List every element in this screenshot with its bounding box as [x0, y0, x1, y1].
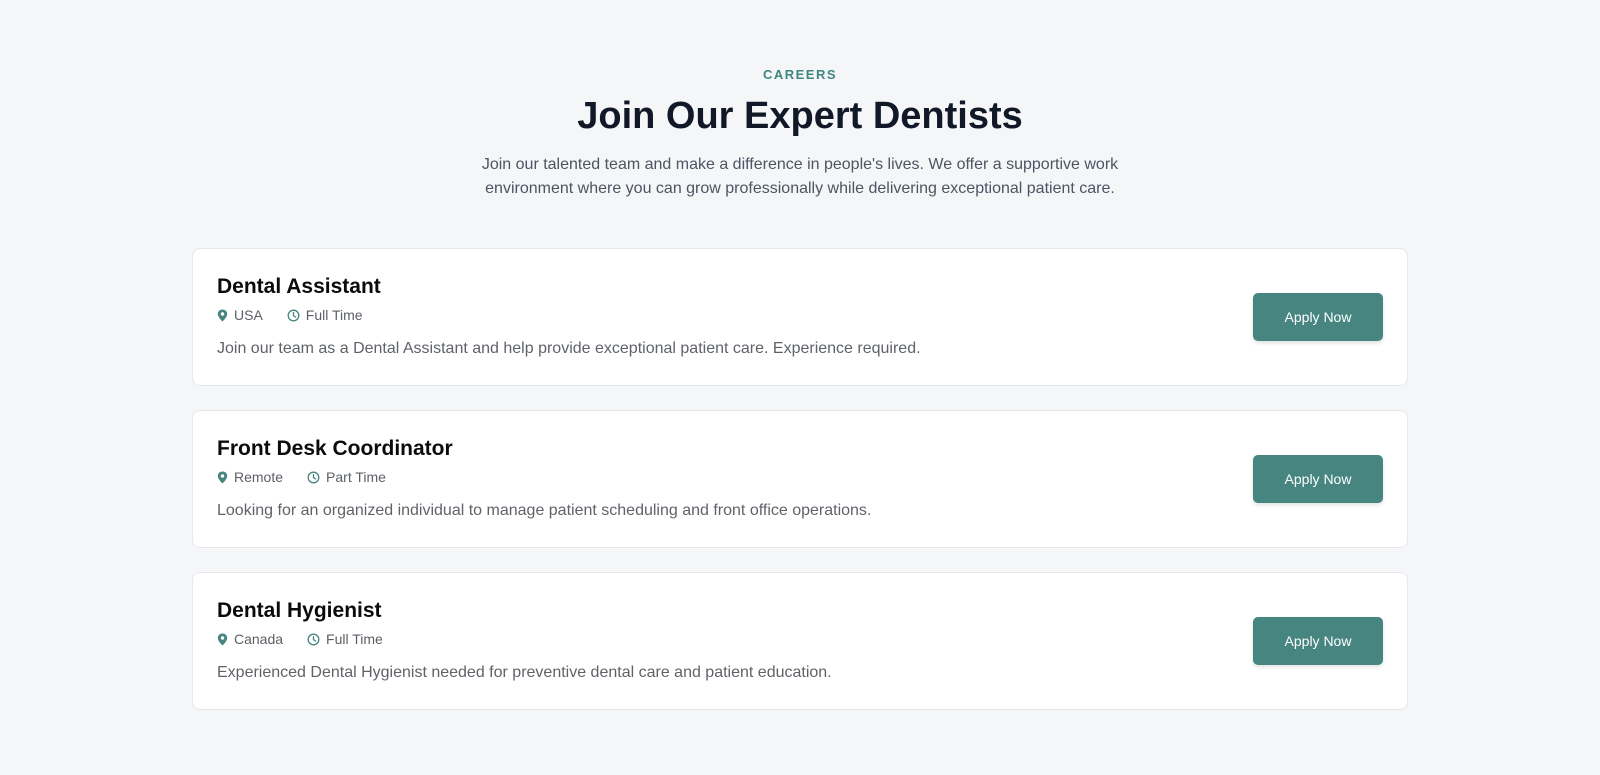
job-location-label: Remote — [234, 469, 284, 485]
job-card-dental-hygienist: Dental Hygienist Canada Full Time Experi… — [192, 572, 1408, 710]
section-title: Join Our Expert Dentists — [577, 95, 1023, 137]
apply-now-button[interactable]: Apply Now — [1253, 455, 1383, 503]
clock-icon — [307, 471, 320, 483]
section-subtitle: Join our talented team and make a differ… — [481, 156, 1119, 197]
map-pin-icon — [217, 309, 228, 321]
clock-icon — [287, 309, 300, 321]
job-title: Dental Hygienist — [217, 599, 382, 622]
job-location: Remote — [217, 469, 283, 485]
job-title: Front Desk Coordinator — [217, 437, 453, 460]
job-meta: Remote Part Time — [217, 469, 410, 485]
job-list: Dental Assistant USA Full Time Join our … — [192, 248, 1408, 734]
apply-now-button[interactable]: Apply Now — [1253, 617, 1383, 665]
job-description: Join our team as a Dental Assistant and … — [217, 340, 921, 357]
job-type-label: Full Time — [305, 307, 363, 323]
careers-section: CAREERS Join Our Expert Dentists Join ou… — [0, 0, 1600, 775]
job-description: Experienced Dental Hygienist needed for … — [217, 664, 832, 681]
job-description: Looking for an organized individual to m… — [217, 502, 872, 519]
job-card-dental-assistant: Dental Assistant USA Full Time Join our … — [192, 248, 1408, 386]
job-location: USA — [217, 307, 263, 323]
job-location-label: USA — [234, 307, 263, 323]
apply-now-button[interactable]: Apply Now — [1253, 293, 1383, 341]
job-type: Full Time — [287, 307, 363, 323]
job-type: Full Time — [307, 631, 383, 647]
clock-icon — [307, 633, 320, 645]
map-pin-icon — [217, 471, 228, 483]
section-eyebrow: CAREERS — [762, 67, 838, 82]
job-meta: Canada Full Time — [217, 631, 407, 647]
job-type: Part Time — [307, 469, 386, 485]
map-pin-icon — [217, 633, 228, 645]
job-type-label: Full Time — [326, 631, 383, 647]
job-meta: USA Full Time — [217, 307, 387, 323]
job-title: Dental Assistant — [217, 275, 381, 298]
job-location: Canada — [217, 631, 283, 647]
job-card-front-desk-coordinator: Front Desk Coordinator Remote Part Time — [192, 410, 1408, 548]
job-type-label: Part Time — [326, 469, 386, 485]
job-location-label: Canada — [234, 631, 284, 647]
